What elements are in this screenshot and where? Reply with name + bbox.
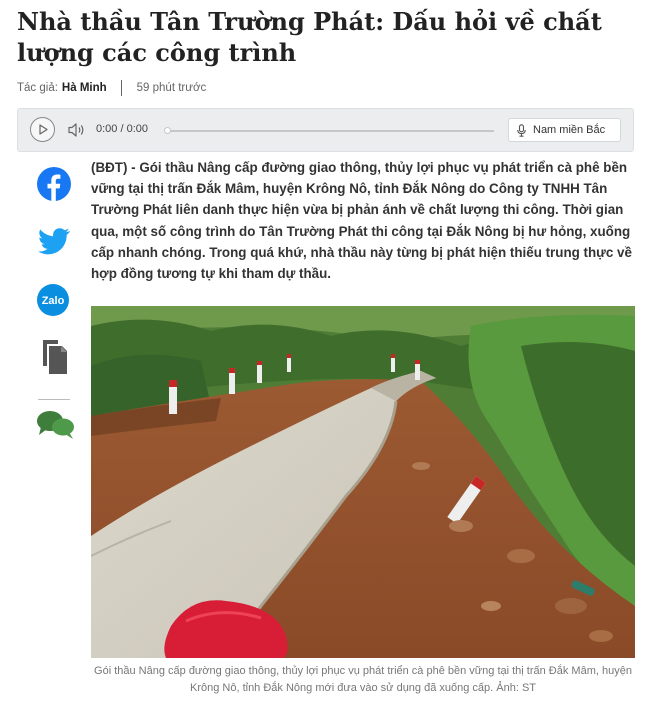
twitter-icon[interactable] [36, 225, 72, 257]
author-name[interactable]: Hà Minh [62, 82, 107, 94]
meta-divider [120, 80, 122, 96]
comment-icon[interactable] [36, 409, 76, 441]
voice-select[interactable]: Nam miền Bắc [508, 118, 621, 142]
audio-progress-track[interactable] [166, 130, 494, 132]
share-divider [38, 399, 70, 400]
audio-time: 0:00 / 0:00 [96, 123, 148, 135]
audio-progress-knob[interactable] [164, 127, 171, 134]
article-lead: (BĐT) - Gói thầu Nâng cấp đường giao thô… [91, 160, 632, 282]
volume-icon[interactable] [68, 122, 86, 138]
article-title: Nhà thầu Tân Trường Phát: Dấu hỏi về chấ… [17, 7, 602, 67]
image-caption: Gói thầu Nâng cấp đường giao thông, thủy… [94, 665, 632, 694]
play-icon [39, 124, 48, 135]
article-image[interactable] [91, 306, 635, 658]
voice-label: Nam miền Bắc [533, 124, 606, 136]
facebook-icon[interactable] [36, 166, 72, 202]
audio-player: 0:00 / 0:00 Nam miền Bắc [17, 108, 634, 152]
microphone-icon [517, 123, 526, 137]
zalo-label: Zalo [42, 295, 65, 307]
author-label: Tác giả: [17, 82, 58, 94]
publish-time: 59 phút trước [136, 82, 207, 94]
zalo-icon[interactable]: Zalo [36, 283, 70, 317]
play-button[interactable] [30, 117, 55, 142]
article-meta: Tác giả: Hà Minh 59 phút trước [17, 80, 206, 96]
copy-icon[interactable] [36, 338, 70, 376]
